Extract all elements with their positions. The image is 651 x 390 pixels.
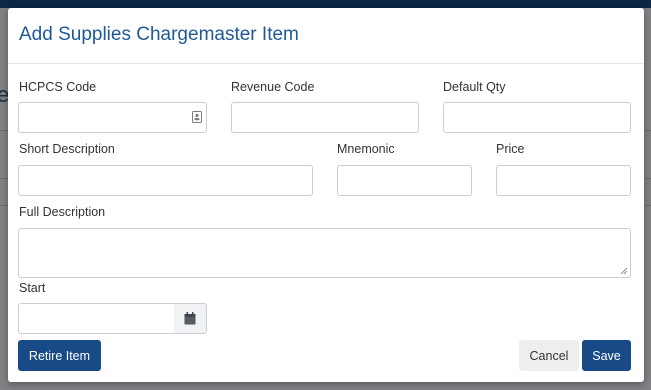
- date-picker-button[interactable]: [174, 303, 207, 334]
- dialog-header: Add Supplies Chargemaster Item: [8, 8, 644, 64]
- short-description-label: Short Description: [19, 142, 115, 156]
- full-description-textarea[interactable]: [18, 228, 631, 278]
- save-button[interactable]: Save: [582, 340, 631, 371]
- default-qty-label: Default Qty: [443, 80, 506, 94]
- start-date-input[interactable]: [18, 303, 175, 334]
- default-qty-input[interactable]: [443, 102, 631, 133]
- contact-card-icon[interactable]: [192, 111, 202, 123]
- cancel-button[interactable]: Cancel: [519, 340, 579, 371]
- revenue-code-input[interactable]: [231, 102, 419, 133]
- mnemonic-label: Mnemonic: [337, 142, 395, 156]
- retire-item-button[interactable]: Retire Item: [18, 340, 101, 371]
- hcpcs-code-label: HCPCS Code: [19, 80, 97, 94]
- revenue-code-label: Revenue Code: [231, 80, 315, 94]
- mnemonic-input[interactable]: [337, 165, 472, 196]
- start-label: Start: [19, 281, 46, 295]
- dialog-title: Add Supplies Chargemaster Item: [19, 24, 299, 45]
- resize-grip-icon[interactable]: [620, 267, 628, 275]
- app-top-bar: [0, 0, 651, 8]
- price-label: Price: [496, 142, 525, 156]
- short-description-input[interactable]: [18, 165, 313, 196]
- price-input[interactable]: [496, 165, 631, 196]
- calendar-icon: [184, 312, 196, 325]
- hcpcs-code-input[interactable]: [18, 102, 207, 133]
- add-chargemaster-item-dialog: Add Supplies Chargemaster Item HCPCS Cod…: [8, 8, 644, 382]
- full-description-label: Full Description: [19, 205, 106, 219]
